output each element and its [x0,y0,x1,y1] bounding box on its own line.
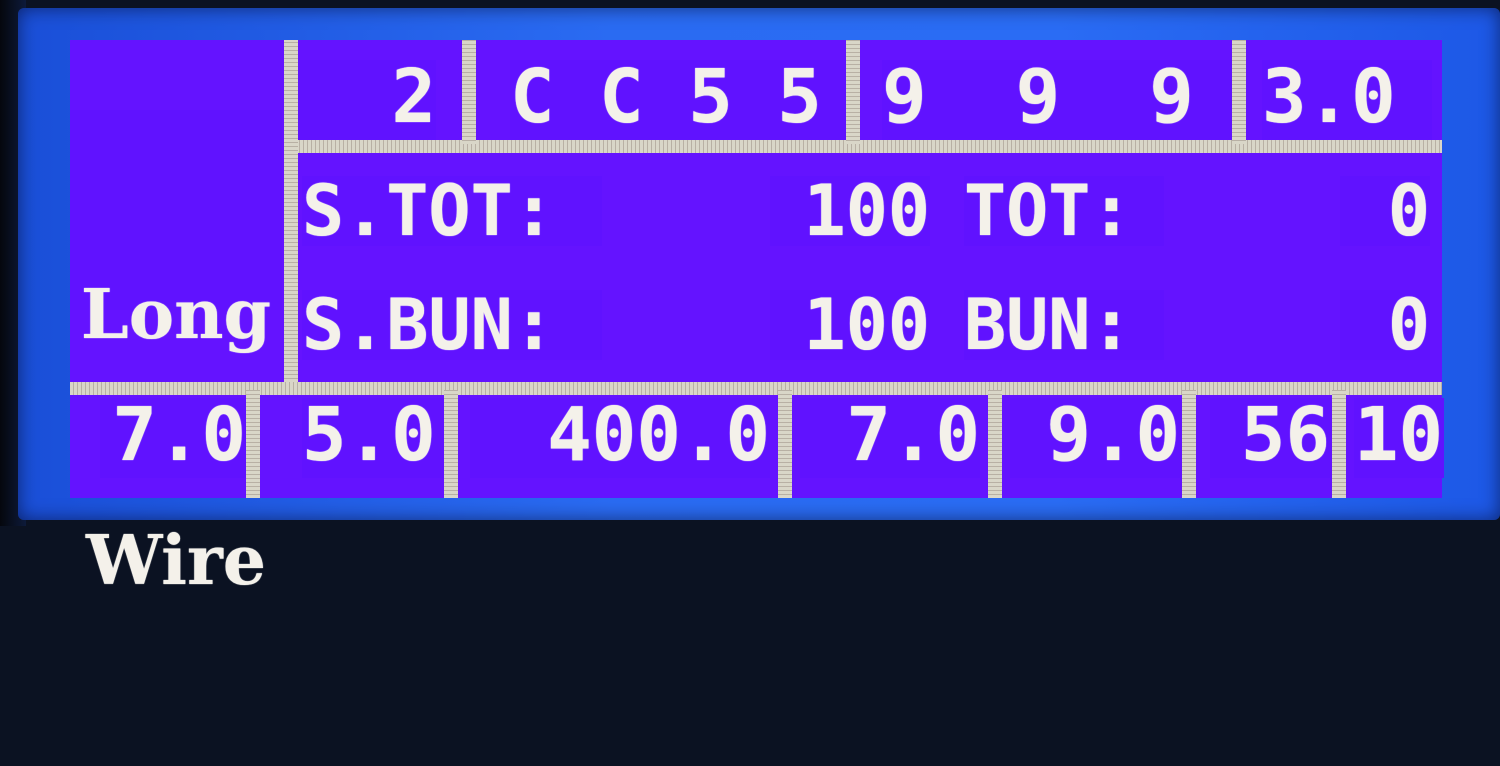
separator-bottom-5 [1182,390,1196,498]
top-cell-1: 2 [296,60,436,140]
top-cell-3: 9 9 9 [882,60,1242,140]
bottom-cell-6: 56 [1210,398,1330,478]
separator-top-3 [1232,40,1246,144]
top-cell-2: C C 5 5 [510,60,850,140]
separator-bottom-6 [1332,390,1346,498]
bottom-cell-4: 7.0 [800,398,980,478]
bun-label: BUN: [964,290,1164,360]
separator-label [284,40,298,382]
bottom-cell-1: 7.0 [100,398,246,478]
s-tot-label: S.TOT: [302,176,602,246]
separator-bottom-4 [988,390,1002,498]
separator-top-1 [462,40,476,144]
separator-bottom-1 [246,390,260,498]
lcd-screen: Long Wire 2 C C 5 5 9 9 9 3.0 S.TOT: 100… [70,40,1444,601]
s-bun-value: 100 [770,290,930,360]
bottom-cell-5: 9.0 [1010,398,1180,478]
separator-bottom [70,382,1442,395]
bottom-cell-2: 5.0 [302,398,452,478]
s-tot-value: 100 [770,176,930,246]
bun-value: 0 [1340,290,1430,360]
separator-top-2 [846,40,860,144]
separator-bottom-3 [778,390,792,498]
label-line-2: Wire [85,521,267,601]
separator-bottom-2 [444,390,458,498]
top-cell-4: 3.0 [1262,60,1432,140]
tot-value: 0 [1340,176,1430,246]
tot-label: TOT: [964,176,1164,246]
separator-top [284,140,1442,153]
bottom-cell-3: 400.0 [470,398,770,478]
label-line-1: Long [80,275,272,355]
bottom-cell-7: 10 [1354,392,1444,478]
machine-label: Long Wire [70,110,282,601]
s-bun-label: S.BUN: [302,290,602,360]
